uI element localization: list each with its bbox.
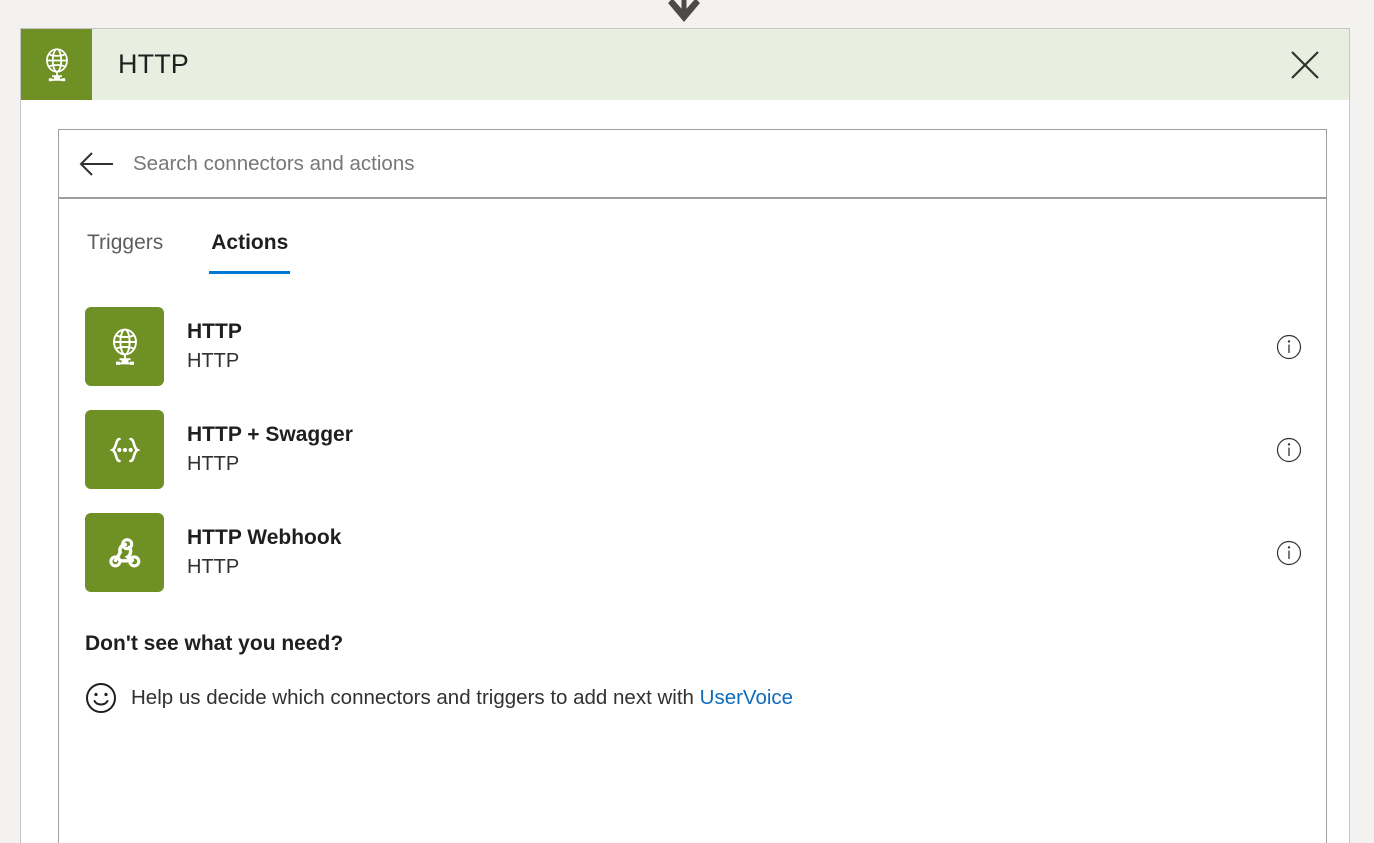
search-input[interactable] — [133, 151, 1326, 176]
tab-triggers[interactable]: Triggers — [85, 227, 165, 269]
picker-card: Triggers Actions — [58, 129, 1327, 843]
list-item[interactable]: HTTP + Swagger HTTP — [59, 398, 1326, 501]
panel-body: Triggers Actions — [21, 100, 1349, 843]
connector-picker-panel: HTTP Search connectors and actions Trigg… — [20, 28, 1350, 843]
screen: HTTP Search connectors and actions Trigg… — [0, 0, 1374, 843]
arrow-left-icon[interactable] — [79, 151, 115, 177]
list-item[interactable]: HTTP Webhook HTTP — [59, 501, 1326, 604]
help-title: Don't see what you need? — [85, 632, 344, 655]
search-row — [59, 130, 1326, 199]
smiley-face-icon — [85, 682, 117, 714]
panel-header: HTTP — [21, 29, 1349, 100]
info-circle-icon[interactable] — [1274, 332, 1304, 362]
help-row: Help us decide which connectors and trig… — [85, 682, 1300, 714]
list-item-subtitle: HTTP — [187, 349, 240, 372]
list-item-text: HTTP Webhook HTTP — [187, 525, 341, 580]
swagger-braces-icon — [85, 410, 164, 489]
arrow-down-icon — [662, 0, 706, 26]
list-item-text: HTTP HTTP — [187, 319, 242, 374]
connector-list: HTTP HTTP HTTP + Swagger HTTP HTTP Webho… — [59, 295, 1326, 604]
page-title: HTTP — [118, 49, 189, 79]
list-item-title: HTTP + Swagger — [187, 423, 353, 447]
tab-actions[interactable]: Actions — [209, 227, 291, 274]
close-icon[interactable] — [1283, 43, 1327, 87]
help-text: Help us decide which connectors and trig… — [131, 686, 793, 710]
help-text-body: Help us decide which connectors and trig… — [131, 686, 694, 709]
info-circle-icon[interactable] — [1274, 435, 1304, 465]
list-item-text: HTTP + Swagger HTTP — [187, 422, 353, 477]
tab-list: Triggers Actions — [59, 199, 1326, 274]
list-item[interactable]: HTTP HTTP — [59, 295, 1326, 398]
uservoice-link[interactable]: UserVoice — [700, 686, 793, 709]
list-item-subtitle: HTTP — [187, 452, 240, 475]
globe-network-icon — [85, 307, 164, 386]
globe-network-icon — [21, 29, 92, 100]
list-item-subtitle: HTTP — [187, 555, 240, 578]
help-block: Don't see what you need? Help us decide … — [59, 604, 1326, 714]
webhook-icon — [85, 513, 164, 592]
list-item-title: HTTP Webhook — [187, 526, 342, 550]
info-circle-icon[interactable] — [1274, 538, 1304, 568]
list-item-title: HTTP — [187, 320, 242, 344]
